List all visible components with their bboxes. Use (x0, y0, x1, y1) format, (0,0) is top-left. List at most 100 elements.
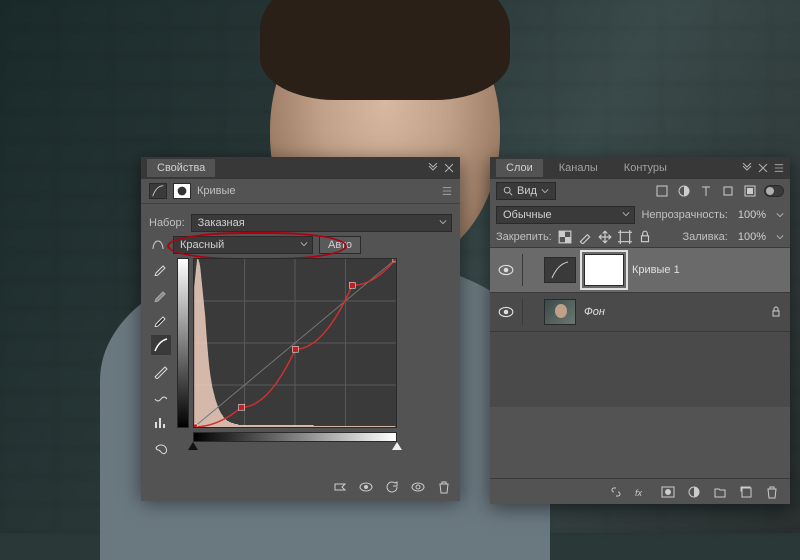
lock-fill-row: Закрепить: Заливка: 100% (490, 227, 790, 247)
clip-warning-icon[interactable] (151, 438, 171, 458)
preset-value: Заказная (198, 217, 245, 229)
properties-panel: Свойства Кривые Набор: Заказная Красный … (141, 157, 460, 498)
properties-footer (332, 479, 452, 495)
auto-button[interactable]: Авто (319, 236, 361, 254)
curves-adjustment-icon (149, 183, 167, 199)
visibility-toggle-icon[interactable] (498, 304, 514, 320)
visibility-toggle-icon[interactable] (498, 262, 514, 278)
reset-icon[interactable] (384, 479, 400, 495)
finger-scrub-icon[interactable] (149, 237, 167, 253)
filter-toggle[interactable] (764, 185, 784, 197)
link-column (522, 254, 536, 286)
blend-mode-value: Обычные (503, 209, 552, 221)
black-eyedropper-icon[interactable] (151, 310, 171, 330)
lock-position-icon[interactable] (598, 230, 612, 244)
properties-tab[interactable]: Свойства (147, 159, 215, 177)
layer-row-curves[interactable]: Кривые 1 (490, 248, 790, 293)
panel-menu-icon[interactable] (442, 186, 452, 196)
white-point-handle[interactable] (392, 442, 402, 450)
background-thumb[interactable] (544, 299, 576, 325)
filter-pixel-icon[interactable] (654, 184, 670, 198)
tab-layers[interactable]: Слои (496, 159, 543, 177)
add-mask-icon[interactable] (660, 484, 676, 500)
opacity-value[interactable]: 100% (734, 209, 770, 221)
layer-filter-dropdown[interactable]: Вид (496, 182, 556, 200)
lock-label: Закрепить: (496, 231, 552, 243)
opacity-label: Непрозрачность: (641, 209, 727, 221)
filter-smart-icon[interactable] (742, 184, 758, 198)
point-curve-tool-icon[interactable] (151, 335, 171, 355)
new-layer-icon[interactable] (738, 484, 754, 500)
properties-subheader: Кривые (141, 179, 460, 204)
smooth-curve-icon[interactable] (151, 387, 171, 407)
input-range-slider[interactable] (193, 444, 397, 450)
output-gradient (177, 258, 189, 428)
properties-body: Набор: Заказная Красный Авто (141, 204, 460, 501)
layers-header[interactable]: Слои Каналы Контуры (490, 157, 790, 179)
panel-menu-icon[interactable] (774, 163, 784, 173)
fx-icon[interactable]: fx (634, 484, 650, 500)
lock-transparency-icon[interactable] (558, 230, 572, 244)
chevron-down-icon[interactable] (776, 233, 784, 241)
channel-value: Красный (180, 239, 224, 251)
view-previous-icon[interactable] (358, 479, 374, 495)
curves-thumb-icon[interactable] (544, 257, 576, 283)
gray-eyedropper-icon[interactable] (151, 284, 171, 304)
preset-dropdown[interactable]: Заказная (191, 214, 452, 232)
delete-layer-icon[interactable] (764, 484, 780, 500)
properties-header[interactable]: Свойства (141, 157, 460, 179)
fill-value[interactable]: 100% (734, 231, 770, 243)
layer-list: Кривые 1 Фон (490, 247, 790, 407)
layer-row-background[interactable]: Фон (490, 293, 790, 332)
fill-label: Заливка: (682, 231, 727, 243)
black-point-handle[interactable] (188, 442, 198, 450)
collapse-icon[interactable] (428, 163, 438, 173)
white-eyedropper-icon[interactable] (151, 258, 171, 278)
chevron-down-icon (300, 239, 308, 251)
preset-label: Набор: (149, 217, 185, 229)
lock-all-icon[interactable] (638, 230, 652, 244)
tab-channels[interactable]: Каналы (549, 159, 608, 177)
layer-name[interactable]: Кривые 1 (632, 264, 680, 276)
filter-type-icon[interactable] (698, 184, 714, 198)
tab-paths[interactable]: Контуры (614, 159, 677, 177)
search-icon (503, 186, 513, 196)
chevron-down-icon (439, 217, 447, 229)
filter-label: Вид (517, 185, 537, 197)
blend-mode-dropdown[interactable]: Обычные (496, 206, 635, 224)
chevron-down-icon (622, 209, 630, 221)
new-adjustment-icon[interactable] (686, 484, 702, 500)
svg-text:fx: fx (635, 488, 643, 498)
collapse-icon[interactable] (742, 163, 752, 173)
curve-graph-wrap (177, 258, 452, 458)
link-column (522, 299, 536, 325)
close-icon[interactable] (758, 163, 768, 173)
link-layers-icon[interactable] (608, 484, 624, 500)
layer-name[interactable]: Фон (584, 306, 605, 318)
new-group-icon[interactable] (712, 484, 728, 500)
clip-to-layer-icon[interactable] (332, 479, 348, 495)
filter-adjustment-icon[interactable] (676, 184, 692, 198)
layer-mask-thumb[interactable] (584, 254, 624, 286)
pencil-curve-tool-icon[interactable] (151, 361, 171, 381)
lock-icon[interactable] (770, 306, 782, 318)
curve-tools (149, 258, 173, 458)
person-hair (260, 0, 510, 100)
mask-icon (173, 183, 191, 199)
lock-artboard-icon[interactable] (618, 230, 632, 244)
layer-filter-row: Вид (490, 179, 790, 203)
curves-editor (149, 258, 452, 458)
filter-shape-icon[interactable] (720, 184, 736, 198)
channel-dropdown[interactable]: Красный (173, 236, 313, 254)
layers-footer: fx (490, 478, 790, 504)
lock-pixels-icon[interactable] (578, 230, 592, 244)
histogram-options-icon[interactable] (151, 413, 171, 433)
chevron-down-icon[interactable] (776, 211, 784, 219)
curve-graph[interactable] (193, 258, 397, 428)
chevron-down-icon (541, 187, 549, 195)
delete-adjustment-icon[interactable] (436, 479, 452, 495)
blend-opacity-row: Обычные Непрозрачность: 100% (490, 203, 790, 227)
close-icon[interactable] (444, 163, 454, 173)
layers-panel: Слои Каналы Контуры Вид Обычные Непрозра… (490, 157, 790, 504)
toggle-visibility-icon[interactable] (410, 479, 426, 495)
